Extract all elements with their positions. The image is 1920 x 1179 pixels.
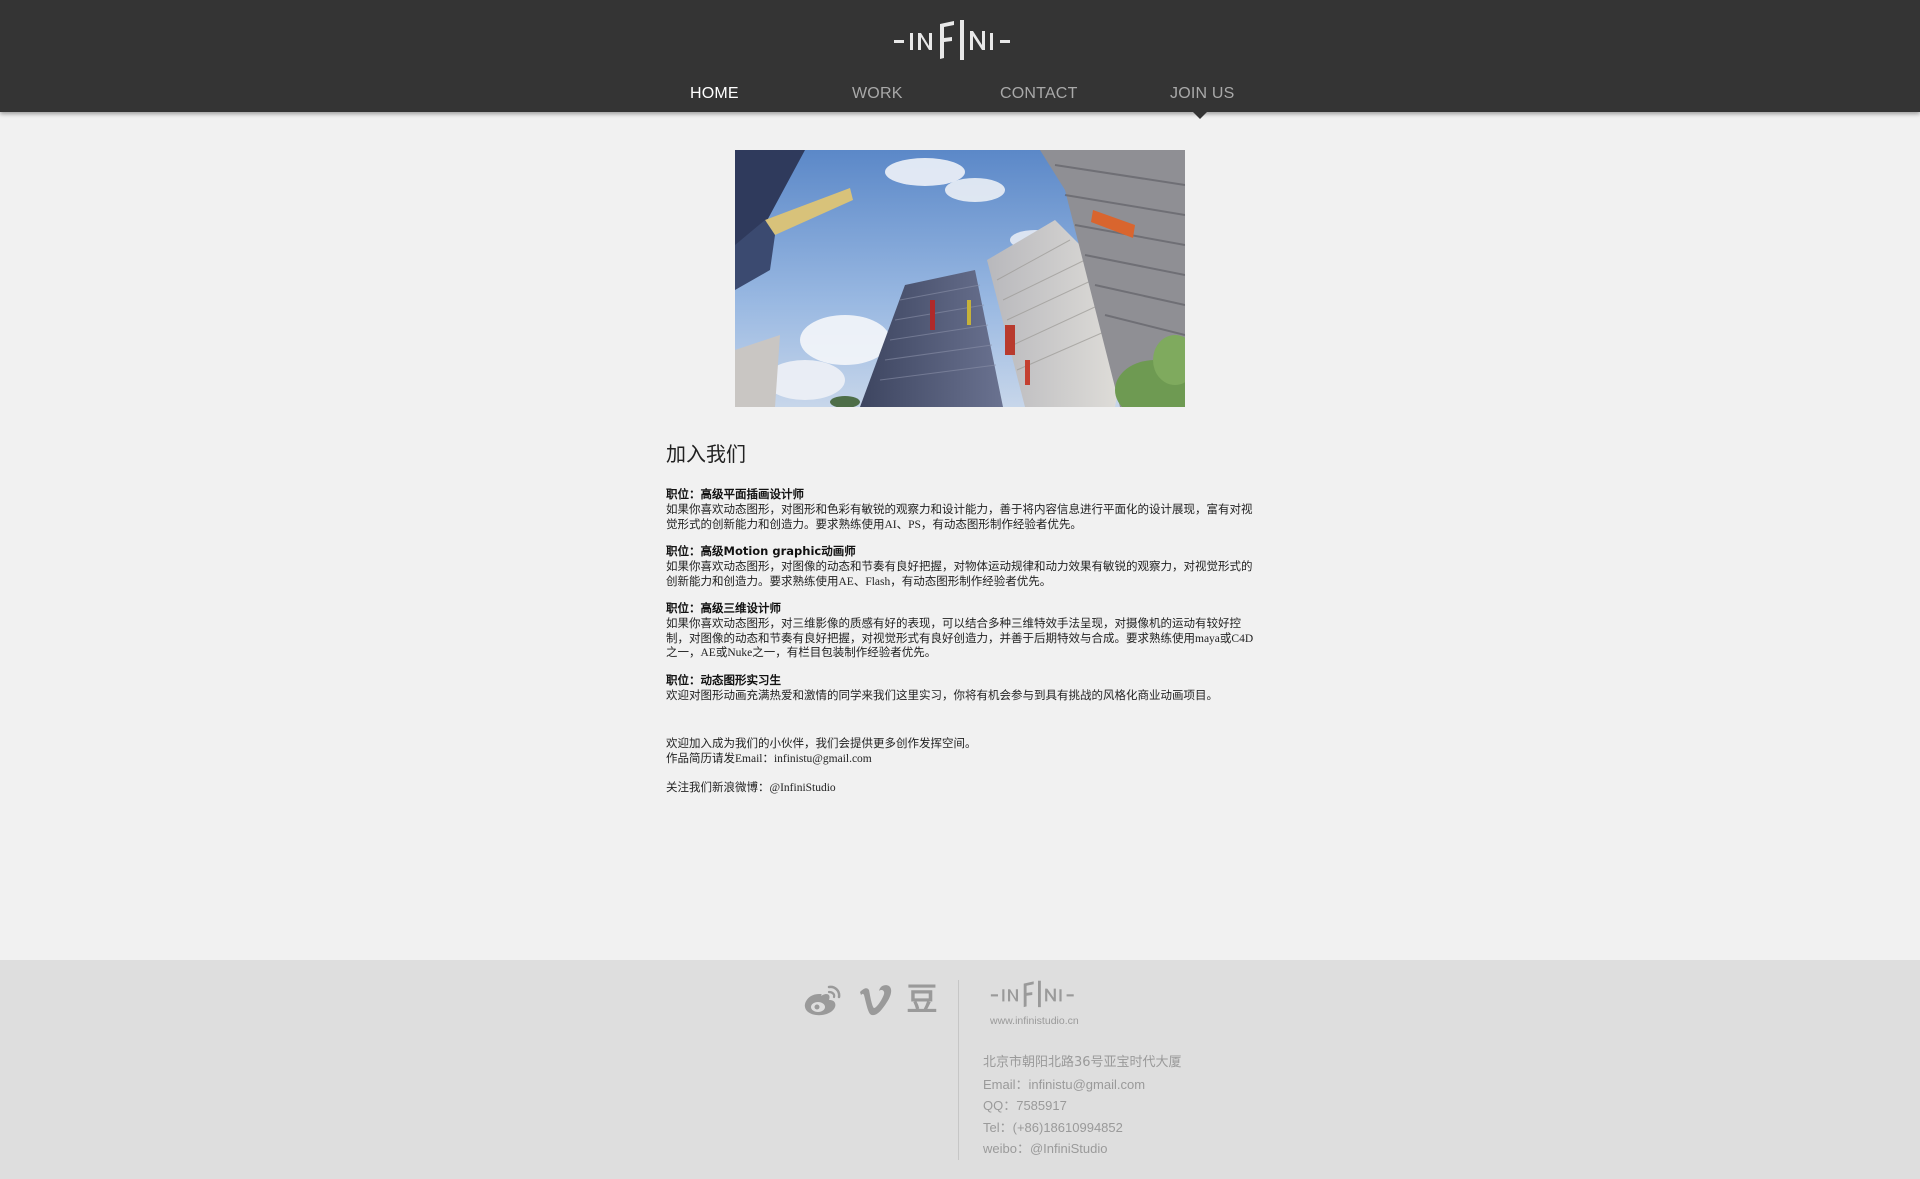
footer-email[interactable]: Email：infinistu@gmail.com bbox=[983, 1074, 1182, 1096]
job-title: 职位：高级三维设计师 bbox=[666, 601, 781, 615]
join-us-content: 加入我们 职位：高级平面插画设计师 如果你喜欢动态图形，对图形和色彩有敏锐的观察… bbox=[666, 440, 1258, 796]
job-description: 欢迎对图形动画充满热爱和激情的同学来我们这里实习，你将有机会参与到具有挑战的风格… bbox=[666, 689, 1218, 702]
page-title: 加入我们 bbox=[666, 442, 746, 466]
job-listing: 职位：动态图形实习生 欢迎对图形动画充满热爱和激情的同学来我们这里实习，你将有机… bbox=[666, 673, 1258, 704]
nav-home[interactable]: HOME bbox=[690, 85, 739, 103]
job-description: 如果你喜欢动态图形，对图像的动态和节奏有良好把握，对物体运动规律和动力效果有敏锐… bbox=[666, 561, 1253, 588]
infini-logo[interactable] bbox=[890, 18, 1030, 64]
job-title: 职位：动态图形实习生 bbox=[666, 672, 781, 687]
weibo-follow-link[interactable]: 关注我们新浪微博：@InfiniStudio bbox=[666, 781, 1258, 796]
apply-info: 欢迎加入成为我们的小伙伴，我们会提供更多创作发挥空间。 作品简历请发Email：… bbox=[666, 737, 1258, 796]
footer-address: 北京市朝阳北路36号亚宝时代大厦 bbox=[983, 1055, 1182, 1070]
footer-weibo[interactable]: weibo：@InfiniStudio bbox=[983, 1138, 1182, 1160]
job-listing: 职位：高级平面插画设计师 如果你喜欢动态图形，对图形和色彩有敏锐的观察力和设计能… bbox=[666, 487, 1258, 532]
nav-work[interactable]: WORK bbox=[852, 85, 903, 103]
nav-join-us[interactable]: JOIN US bbox=[1170, 85, 1235, 103]
job-title: 职位：高级Motion graphic动画师 bbox=[666, 544, 856, 558]
job-listing: 职位：高级Motion graphic动画师 如果你喜欢动态图形，对图像的动态和… bbox=[666, 544, 1258, 589]
site-footer: 豆 www.infinistudio.cn 北京市朝阳北路36号亚宝时代大厦 E… bbox=[0, 960, 1920, 1179]
footer-website-url[interactable]: www.infinistudio.cn bbox=[990, 1015, 1079, 1027]
nav-contact[interactable]: CONTACT bbox=[1000, 85, 1078, 103]
footer-qq: QQ：7585917 bbox=[983, 1098, 1067, 1113]
footer-tel: Tel：(+86)18610994852 bbox=[983, 1119, 1123, 1135]
invite-text: 欢迎加入成为我们的小伙伴，我们会提供更多创作发挥空间。 bbox=[666, 738, 977, 750]
main-nav: HOME WORK CONTACT JOIN US bbox=[0, 85, 1920, 105]
site-header: HOME WORK CONTACT JOIN US bbox=[0, 0, 1920, 112]
nav-active-pointer bbox=[1192, 111, 1208, 119]
resume-email-link[interactable]: 作品简历请发Email：infinistu@gmail.com bbox=[666, 752, 1258, 767]
douban-icon[interactable]: 豆 bbox=[905, 982, 939, 1018]
hero-image-buildings bbox=[735, 150, 1185, 407]
footer-infini-logo[interactable] bbox=[988, 980, 1088, 1010]
footer-contact-info: 北京市朝阳北路36号亚宝时代大厦 Email：infinistu@gmail.c… bbox=[983, 1052, 1182, 1160]
job-listing: 职位：高级三维设计师 如果你喜欢动态图形，对三维影像的质感有好的表现，可以结合多… bbox=[666, 601, 1258, 661]
vimeo-icon[interactable] bbox=[857, 982, 895, 1018]
job-description: 如果你喜欢动态图形，对三维影像的质感有好的表现，可以结合多种三维特效手法呈现，对… bbox=[666, 618, 1254, 659]
weibo-icon[interactable] bbox=[803, 982, 841, 1018]
job-title: 职位：高级平面插画设计师 bbox=[666, 487, 804, 501]
job-description: 如果你喜欢动态图形，对图形和色彩有敏锐的观察力和设计能力，善于将内容信息进行平面… bbox=[666, 504, 1253, 531]
footer-divider bbox=[958, 980, 959, 1160]
